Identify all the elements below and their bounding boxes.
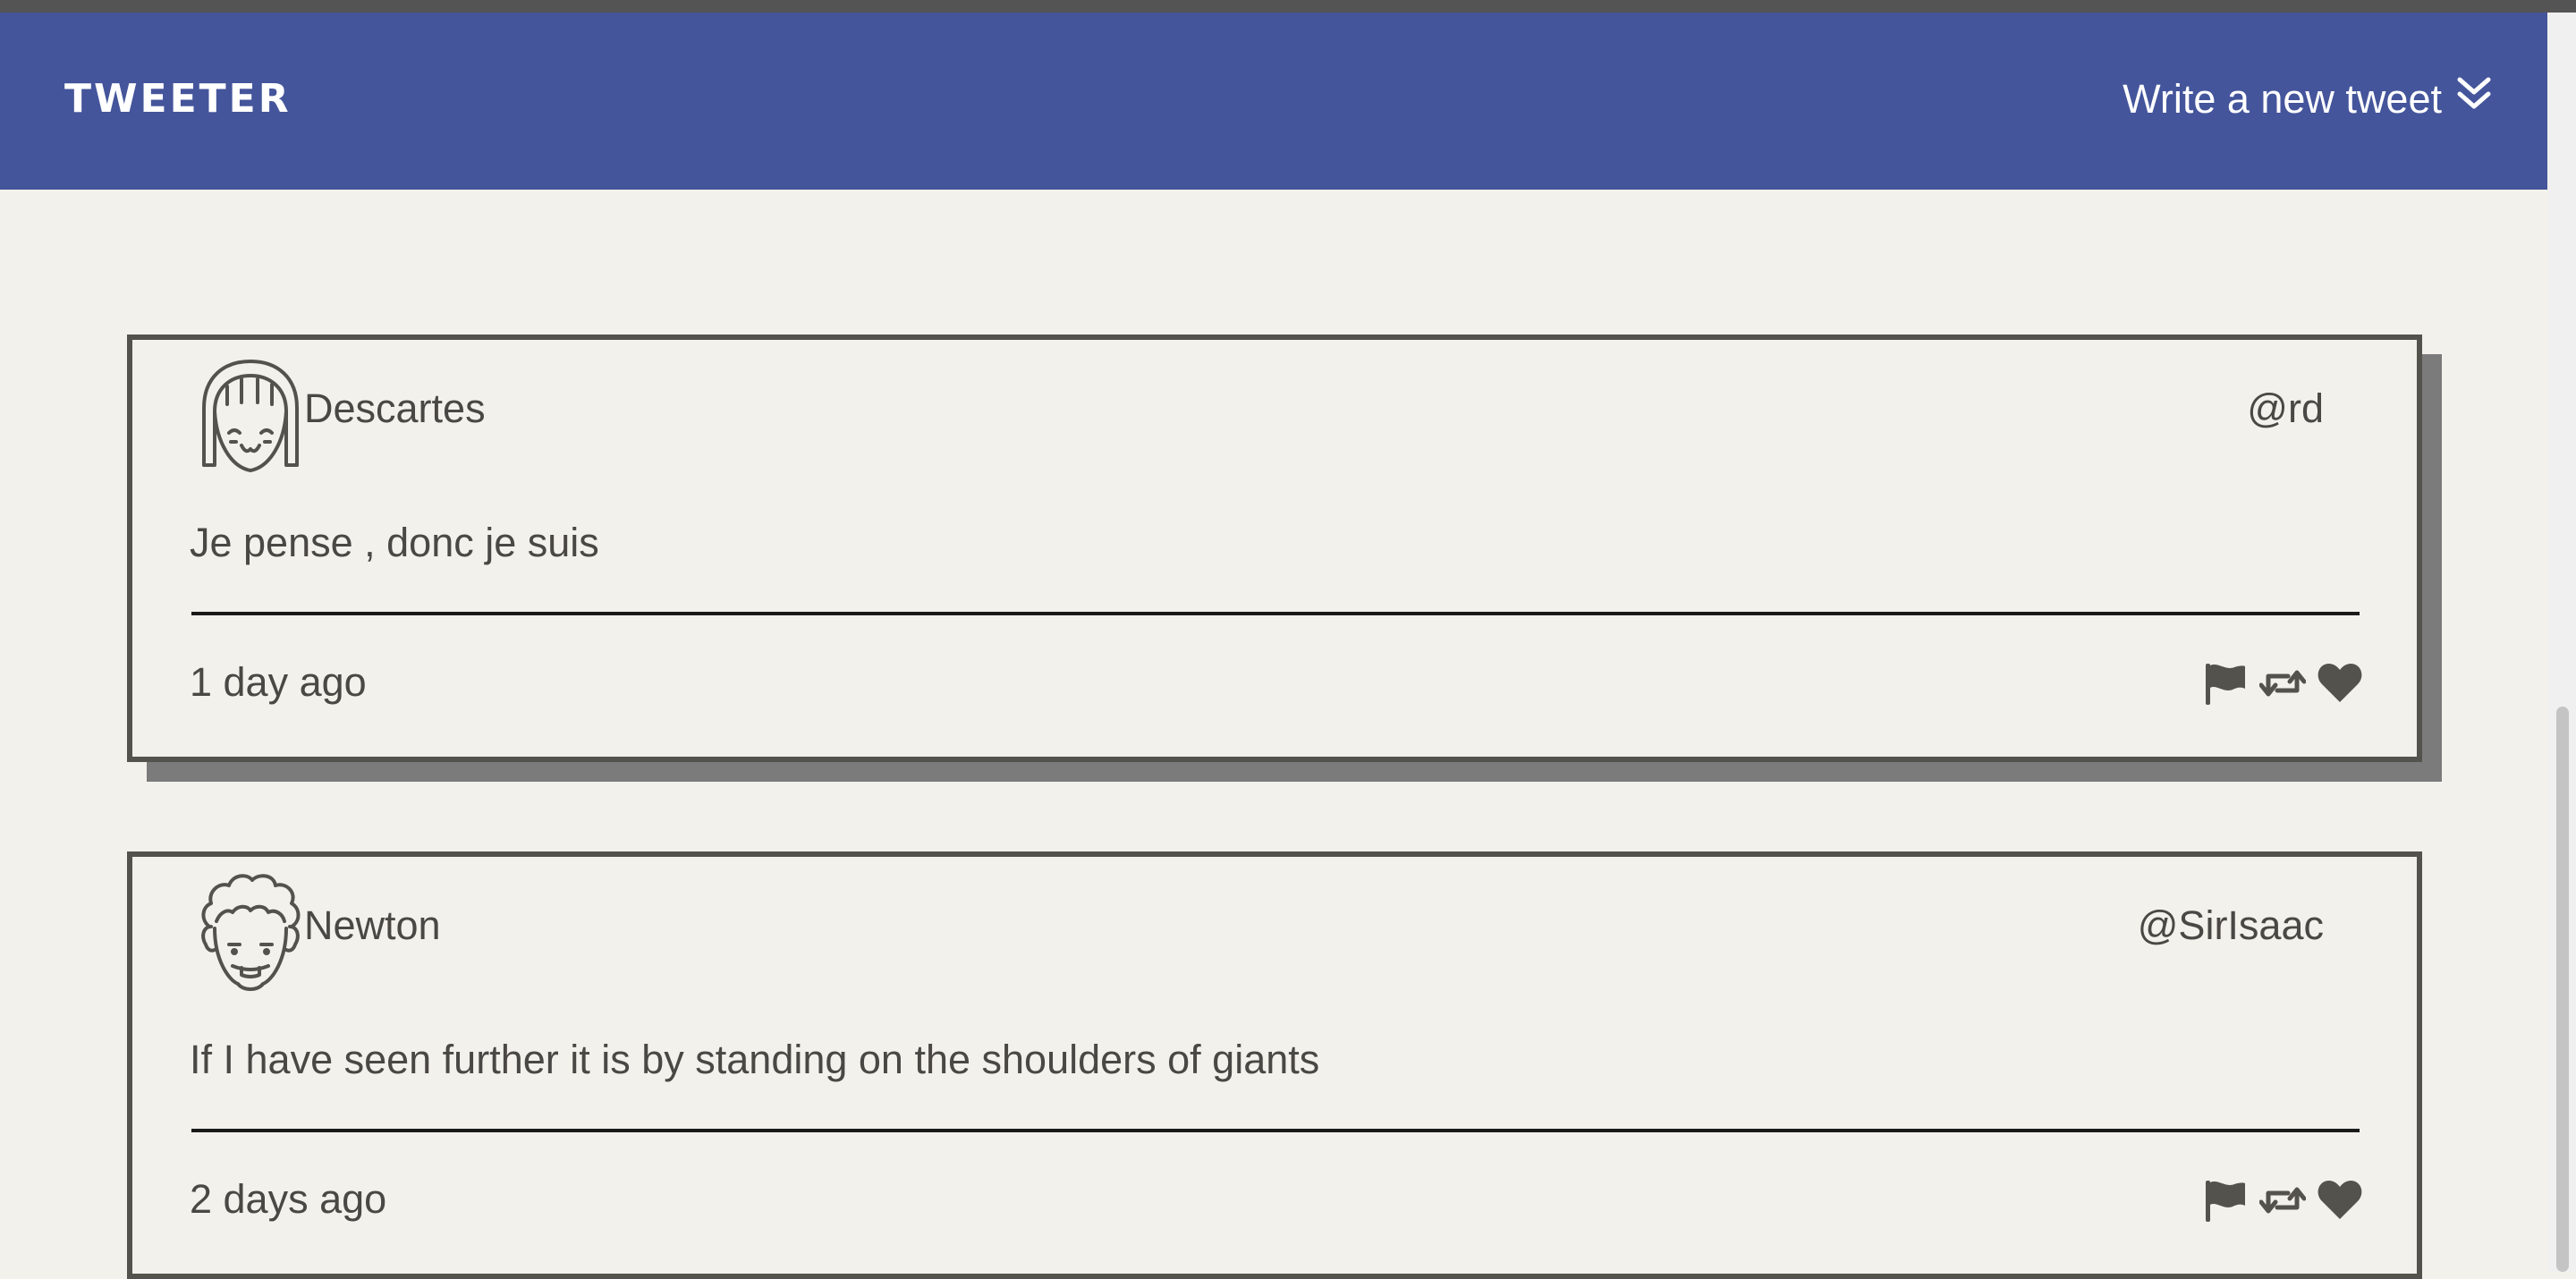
tweet-divider xyxy=(191,1129,2360,1132)
tweet-actions xyxy=(2202,660,2363,707)
top-navbar: TWEETER Write a new tweet xyxy=(0,13,2547,190)
write-new-tweet-label: Write a new tweet xyxy=(2123,76,2442,122)
scrollbar-thumb[interactable] xyxy=(2556,707,2569,1272)
tweet-actions xyxy=(2202,1177,2363,1224)
curly-hair-face-avatar-icon xyxy=(197,873,304,993)
tweet-text: Je pense , donc je suis xyxy=(190,520,599,565)
heart-icon[interactable] xyxy=(2317,1177,2363,1224)
write-new-tweet-button[interactable]: Write a new tweet xyxy=(2123,72,2494,127)
tweet-author-handle: @rd xyxy=(2247,385,2324,431)
tweet-timestamp: 2 days ago xyxy=(190,1176,387,1222)
double-chevron-down-icon xyxy=(2454,74,2494,125)
girl-face-avatar-icon xyxy=(197,356,304,476)
retweet-icon[interactable] xyxy=(2258,1177,2307,1224)
tweet-card: Descartes @rd Je pense , donc je suis 1 … xyxy=(127,335,2422,762)
tweet-card: Newton @SirIsaac If I have seen further … xyxy=(127,851,2422,1279)
brand-logo: TWEETER xyxy=(64,76,292,122)
flag-icon[interactable] xyxy=(2202,1177,2249,1224)
tweet-text: If I have seen further it is by standing… xyxy=(190,1037,1320,1082)
tweet-author-handle: @SirIsaac xyxy=(2137,902,2324,948)
tweet-author-name: Newton xyxy=(304,902,441,948)
window-top-strip xyxy=(0,0,2576,13)
tweet-divider xyxy=(191,612,2360,615)
heart-icon[interactable] xyxy=(2317,660,2363,707)
flag-icon[interactable] xyxy=(2202,660,2249,707)
retweet-icon[interactable] xyxy=(2258,660,2307,707)
tweet-timestamp: 1 day ago xyxy=(190,659,367,705)
tweet-author-name: Descartes xyxy=(304,385,486,431)
